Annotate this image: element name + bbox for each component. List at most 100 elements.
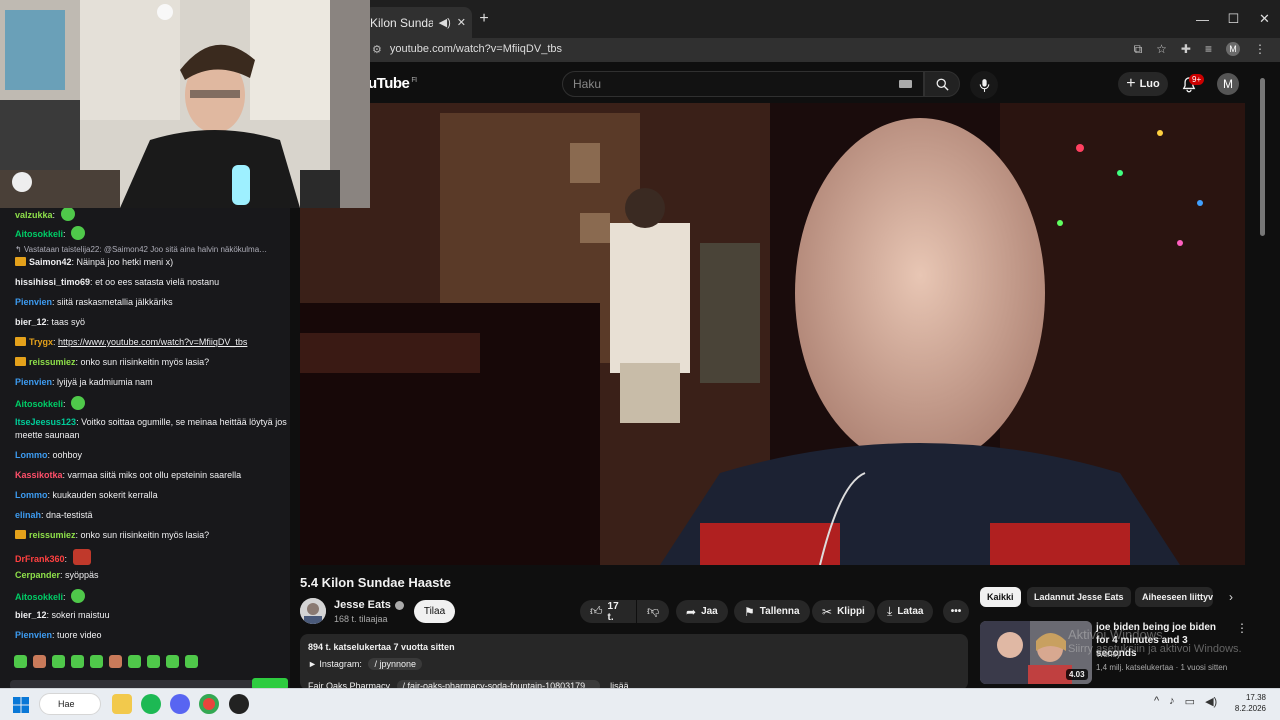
chat-username[interactable]: hissihissi_timo69 xyxy=(15,277,90,287)
search-input[interactable]: Haku xyxy=(562,71,924,97)
thumbs-down-icon: 👎︎ xyxy=(647,604,660,618)
discord-icon[interactable] xyxy=(170,694,190,714)
chat-message: ItseJeesus123: Voitko soittaa ogumille, … xyxy=(15,417,287,440)
network-icon[interactable]: ▭ xyxy=(1185,695,1195,708)
bookmark-star-icon[interactable]: ☆ xyxy=(1156,42,1167,56)
crown-badge-icon xyxy=(15,530,26,539)
emote-icon[interactable] xyxy=(14,655,27,668)
search-icon xyxy=(936,78,949,91)
taskbar-clock[interactable]: 17.38 8.2.2026 xyxy=(1232,692,1266,714)
emote-icon[interactable] xyxy=(71,655,84,668)
chat-text: et oo ees satasta vielä nostanu xyxy=(95,277,220,287)
voice-search-button[interactable] xyxy=(970,71,998,99)
chat-username[interactable]: Aitosokkeli xyxy=(15,592,63,602)
chat-username[interactable]: Pienvien xyxy=(15,377,52,387)
channel-name-text[interactable]: Jesse Eats xyxy=(334,599,391,611)
create-button[interactable]: + Luo xyxy=(1118,72,1168,96)
chevron-up-icon[interactable]: ^ xyxy=(1154,695,1159,708)
chat-username[interactable]: Pienvien xyxy=(15,297,52,307)
spotify-icon[interactable] xyxy=(141,694,161,714)
file-explorer-icon[interactable] xyxy=(112,694,132,714)
profile-avatar[interactable]: M xyxy=(1226,42,1240,56)
chat-emote-icon xyxy=(72,549,91,565)
clip-button[interactable]: ✂ Klippi xyxy=(812,600,875,623)
chat-username[interactable]: reissumiez xyxy=(29,357,76,367)
chevron-right-icon[interactable]: › xyxy=(1224,590,1238,604)
emote-icon[interactable] xyxy=(109,655,122,668)
keyboard-icon[interactable] xyxy=(899,80,912,88)
video-player[interactable] xyxy=(300,103,1245,565)
obs-icon[interactable] xyxy=(229,694,249,714)
emote-icon[interactable] xyxy=(90,655,103,668)
chat-username[interactable]: elinah xyxy=(15,510,41,520)
taskbar-search[interactable]: Hae xyxy=(39,693,101,715)
download-button[interactable]: ⤓ Lataa xyxy=(877,600,934,623)
subscribe-button[interactable]: Tilaa xyxy=(414,600,455,623)
description-box[interactable]: 894 t. katselukertaa 7 vuotta sitten ► I… xyxy=(300,634,968,692)
windows-start-icon[interactable] xyxy=(13,697,29,713)
volume-icon[interactable]: ◀) xyxy=(1205,695,1217,708)
close-window-icon[interactable]: ✕ xyxy=(1249,0,1280,38)
chat-username[interactable]: DrFrank360 xyxy=(15,554,65,564)
chat-username[interactable]: valzukka xyxy=(15,210,53,220)
chat-username[interactable]: Lommo xyxy=(15,490,48,500)
chat-username[interactable]: Cerpander xyxy=(15,570,60,580)
more-actions-button[interactable]: ••• xyxy=(943,600,969,623)
chat-username[interactable]: bier_12 xyxy=(15,610,47,620)
new-tab-button[interactable]: + xyxy=(476,11,492,27)
emote-icon[interactable] xyxy=(52,655,65,668)
save-label: Tallenna xyxy=(759,606,800,617)
maximize-icon[interactable]: ☐ xyxy=(1218,0,1249,38)
chat-username[interactable]: Lommo xyxy=(15,450,48,460)
emote-icon[interactable] xyxy=(185,655,198,668)
emote-icon[interactable] xyxy=(147,655,160,668)
menu-kebab-icon[interactable]: ⋮ xyxy=(1254,42,1266,56)
media-control-icon[interactable]: ≡ xyxy=(1205,42,1212,56)
channel-avatar[interactable] xyxy=(300,598,326,624)
save-button[interactable]: ⚑ Tallenna xyxy=(734,600,810,623)
channel-name[interactable]: Jesse Eats xyxy=(334,599,404,611)
chat-username[interactable]: reissumiez xyxy=(29,530,76,540)
chat-username[interactable]: Kassikotka xyxy=(15,470,63,480)
close-tab-icon[interactable]: ✕ xyxy=(457,16,466,29)
chat-username[interactable]: Pienvien xyxy=(15,630,52,640)
chip-related[interactable]: Aiheeseen liittyvät xyxy=(1135,587,1213,607)
chip-uploaded-by[interactable]: Ladannut Jesse Eats xyxy=(1027,587,1131,607)
dislike-button[interactable]: 👎︎ xyxy=(637,600,669,623)
extensions-icon[interactable]: ✚ xyxy=(1181,42,1191,56)
youtube-logo[interactable]: uTube FI xyxy=(368,75,417,92)
chat-link[interactable]: https://www.youtube.com/watch?v=MfiiqDV_… xyxy=(58,337,247,347)
emote-icon[interactable] xyxy=(33,655,46,668)
share-button[interactable]: ➦ Jaa xyxy=(676,600,728,623)
minimize-icon[interactable]: — xyxy=(1187,0,1218,38)
speaker-icon[interactable]: ◀) xyxy=(439,16,451,29)
chat-message: reissumiez: onko sun riisinkeitin myös l… xyxy=(15,529,287,542)
share-icon: ➦ xyxy=(686,604,697,619)
search-button[interactable] xyxy=(924,71,960,97)
page-scrollbar[interactable] xyxy=(1260,78,1265,236)
chat-message: elinah: dna-testistä xyxy=(15,510,93,520)
address-bar[interactable]: ⚙ youtube.com/watch?v=MfiiqDV_tbs xyxy=(372,38,562,60)
chat-username[interactable]: ItseJeesus123 xyxy=(15,417,76,427)
url-text[interactable]: youtube.com/watch?v=MfiiqDV_tbs xyxy=(390,43,562,55)
instagram-link[interactable]: / jpynnone xyxy=(368,658,422,670)
chat-message: Lommo: oohboy xyxy=(15,450,83,460)
emote-icon[interactable] xyxy=(128,655,141,668)
account-avatar[interactable]: M xyxy=(1217,73,1239,95)
chat-username[interactable]: Saimon42 xyxy=(29,257,72,267)
chrome-icon[interactable] xyxy=(199,694,219,714)
chip-all[interactable]: Kaikki xyxy=(980,587,1021,607)
chat-username[interactable]: Aitosokkeli xyxy=(15,229,63,239)
chat-username[interactable]: Aitosokkeli xyxy=(15,399,63,409)
chat-message: Pienvien: tuore video xyxy=(15,630,102,640)
microphone-tray-icon[interactable]: ♪ xyxy=(1169,695,1175,708)
chat-username[interactable]: Trygx xyxy=(29,337,53,347)
chat-username[interactable]: bier_12 xyxy=(15,317,47,327)
chat-emote-icon xyxy=(71,589,86,603)
browser-tab[interactable]: Kilon Sundae Haaste ◀) ✕ xyxy=(364,7,472,38)
like-button[interactable]: 👍︎ 17 t. xyxy=(580,600,636,623)
chat-text: siitä raskasmetallia jälkkäriks xyxy=(57,297,173,307)
emote-icon[interactable] xyxy=(166,655,179,668)
site-info-icon[interactable]: ⚙ xyxy=(372,43,382,56)
install-app-icon[interactable]: ⧉ xyxy=(1134,42,1143,57)
